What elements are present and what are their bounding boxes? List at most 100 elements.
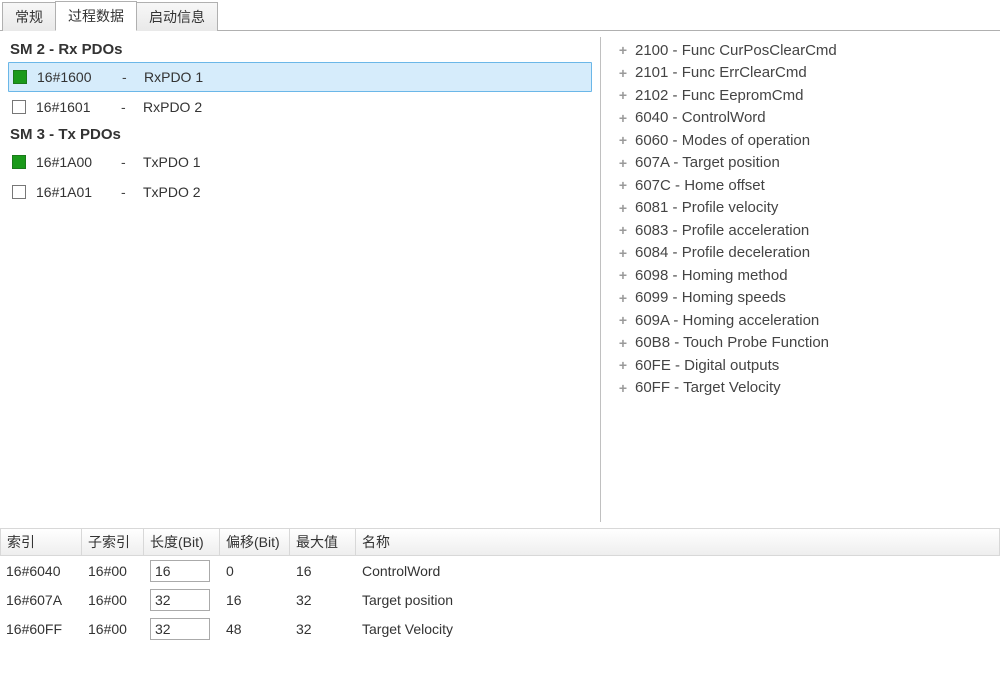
work-area: SM 2 - Rx PDOs16#1600-RxPDO 116#1601-RxP… [0, 30, 1000, 528]
expand-plus-icon[interactable]: + [615, 110, 631, 126]
cell-length[interactable] [144, 614, 220, 643]
tab-process-data[interactable]: 过程数据 [55, 1, 137, 31]
col-header-index[interactable]: 索引 [0, 528, 82, 556]
object-row[interactable]: +607C - Home offset [615, 174, 990, 197]
expand-plus-icon[interactable]: + [615, 177, 631, 193]
cell-offset: 16 [220, 585, 290, 614]
pdo-index-label: 16#1601 [36, 99, 121, 115]
pdo-row[interactable]: 16#1A00-TxPDO 1 [8, 147, 592, 177]
length-input[interactable] [150, 560, 210, 582]
pdo-checkbox[interactable] [13, 70, 27, 84]
object-label: 2100 - Func CurPosClearCmd [635, 42, 837, 59]
tab-general[interactable]: 常规 [2, 2, 56, 31]
col-header-subindex[interactable]: 子索引 [82, 528, 144, 556]
object-row[interactable]: +607A - Target position [615, 152, 990, 175]
object-row[interactable]: +2100 - Func CurPosClearCmd [615, 39, 990, 62]
object-label: 6040 - ControlWord [635, 109, 766, 126]
pdo-dash: - [121, 154, 143, 170]
mapping-table: 索引 子索引 长度(Bit) 偏移(Bit) 最大值 名称 16#604016#… [0, 528, 1000, 643]
expand-plus-icon[interactable]: + [615, 357, 631, 373]
tab-startup-info[interactable]: 启动信息 [136, 2, 218, 31]
cell-name: Target Velocity [356, 614, 1000, 643]
object-row[interactable]: +60B8 - Touch Probe Function [615, 332, 990, 355]
object-label: 607A - Target position [635, 154, 780, 171]
cell-name: ControlWord [356, 556, 1000, 585]
pdo-row[interactable]: 16#1600-RxPDO 1 [8, 62, 592, 92]
expand-plus-icon[interactable]: + [615, 132, 631, 148]
object-label: 6098 - Homing method [635, 267, 788, 284]
pdo-name-label: TxPDO 1 [143, 154, 588, 170]
expand-plus-icon[interactable]: + [615, 335, 631, 351]
expand-plus-icon[interactable]: + [615, 222, 631, 238]
pdo-group-header: SM 2 - Rx PDOs [8, 37, 592, 62]
cell-max: 16 [290, 556, 356, 585]
object-row[interactable]: +6098 - Homing method [615, 264, 990, 287]
pdo-checkbox[interactable] [12, 100, 26, 114]
object-label: 2102 - Func EepromCmd [635, 87, 803, 104]
pdo-dash: - [122, 69, 144, 85]
object-row[interactable]: +6081 - Profile velocity [615, 197, 990, 220]
cell-name: Target position [356, 585, 1000, 614]
pdo-index-label: 16#1A01 [36, 184, 121, 200]
object-label: 6099 - Homing speeds [635, 289, 786, 306]
col-header-offset[interactable]: 偏移(Bit) [220, 528, 290, 556]
length-input[interactable] [150, 618, 210, 640]
object-label: 6083 - Profile acceleration [635, 222, 809, 239]
object-label: 6060 - Modes of operation [635, 132, 810, 149]
object-row[interactable]: +2101 - Func ErrClearCmd [615, 62, 990, 85]
pdo-dash: - [121, 99, 143, 115]
expand-plus-icon[interactable]: + [615, 267, 631, 283]
cell-offset: 48 [220, 614, 290, 643]
object-label: 6084 - Profile deceleration [635, 244, 810, 261]
object-label: 607C - Home offset [635, 177, 765, 194]
object-row[interactable]: +6099 - Homing speeds [615, 287, 990, 310]
pdo-tree-pane: SM 2 - Rx PDOs16#1600-RxPDO 116#1601-RxP… [0, 31, 600, 528]
pdo-checkbox[interactable] [12, 185, 26, 199]
cell-max: 32 [290, 585, 356, 614]
object-row[interactable]: +6083 - Profile acceleration [615, 219, 990, 242]
expand-plus-icon[interactable]: + [615, 200, 631, 216]
cell-max: 32 [290, 614, 356, 643]
object-label: 609A - Homing acceleration [635, 312, 819, 329]
object-row[interactable]: +6040 - ControlWord [615, 107, 990, 130]
expand-plus-icon[interactable]: + [615, 42, 631, 58]
expand-plus-icon[interactable]: + [615, 155, 631, 171]
pdo-row[interactable]: 16#1601-RxPDO 2 [8, 92, 592, 122]
pdo-dash: - [121, 184, 143, 200]
col-header-max[interactable]: 最大值 [290, 528, 356, 556]
cell-index: 16#607A [0, 585, 82, 614]
expand-plus-icon[interactable]: + [615, 65, 631, 81]
cell-offset: 0 [220, 556, 290, 585]
object-label: 60B8 - Touch Probe Function [635, 334, 829, 351]
expand-plus-icon[interactable]: + [615, 245, 631, 261]
expand-plus-icon[interactable]: + [615, 380, 631, 396]
pdo-group-header: SM 3 - Tx PDOs [8, 122, 592, 147]
expand-plus-icon[interactable]: + [615, 87, 631, 103]
object-row[interactable]: +6060 - Modes of operation [615, 129, 990, 152]
object-label: 60FF - Target Velocity [635, 379, 781, 396]
object-label: 2101 - Func ErrClearCmd [635, 64, 807, 81]
cell-index: 16#60FF [0, 614, 82, 643]
cell-length[interactable] [144, 556, 220, 585]
object-list-pane: +2100 - Func CurPosClearCmd+2101 - Func … [601, 31, 1000, 528]
object-row[interactable]: +60FE - Digital outputs [615, 354, 990, 377]
object-label: 6081 - Profile velocity [635, 199, 778, 216]
pdo-name-label: RxPDO 2 [143, 99, 588, 115]
expand-plus-icon[interactable]: + [615, 312, 631, 328]
cell-subindex: 16#00 [82, 556, 144, 585]
length-input[interactable] [150, 589, 210, 611]
expand-plus-icon[interactable]: + [615, 290, 631, 306]
object-row[interactable]: +60FF - Target Velocity [615, 377, 990, 400]
object-row[interactable]: +6084 - Profile deceleration [615, 242, 990, 265]
cell-length[interactable] [144, 585, 220, 614]
object-label: 60FE - Digital outputs [635, 357, 779, 374]
object-row[interactable]: +2102 - Func EepromCmd [615, 84, 990, 107]
pdo-checkbox[interactable] [12, 155, 26, 169]
col-header-length[interactable]: 长度(Bit) [144, 528, 220, 556]
cell-subindex: 16#00 [82, 614, 144, 643]
col-header-name[interactable]: 名称 [356, 528, 1000, 556]
pdo-row[interactable]: 16#1A01-TxPDO 2 [8, 177, 592, 207]
pdo-index-label: 16#1A00 [36, 154, 121, 170]
object-row[interactable]: +609A - Homing acceleration [615, 309, 990, 332]
tab-bar: 常规 过程数据 启动信息 [0, 0, 1000, 30]
